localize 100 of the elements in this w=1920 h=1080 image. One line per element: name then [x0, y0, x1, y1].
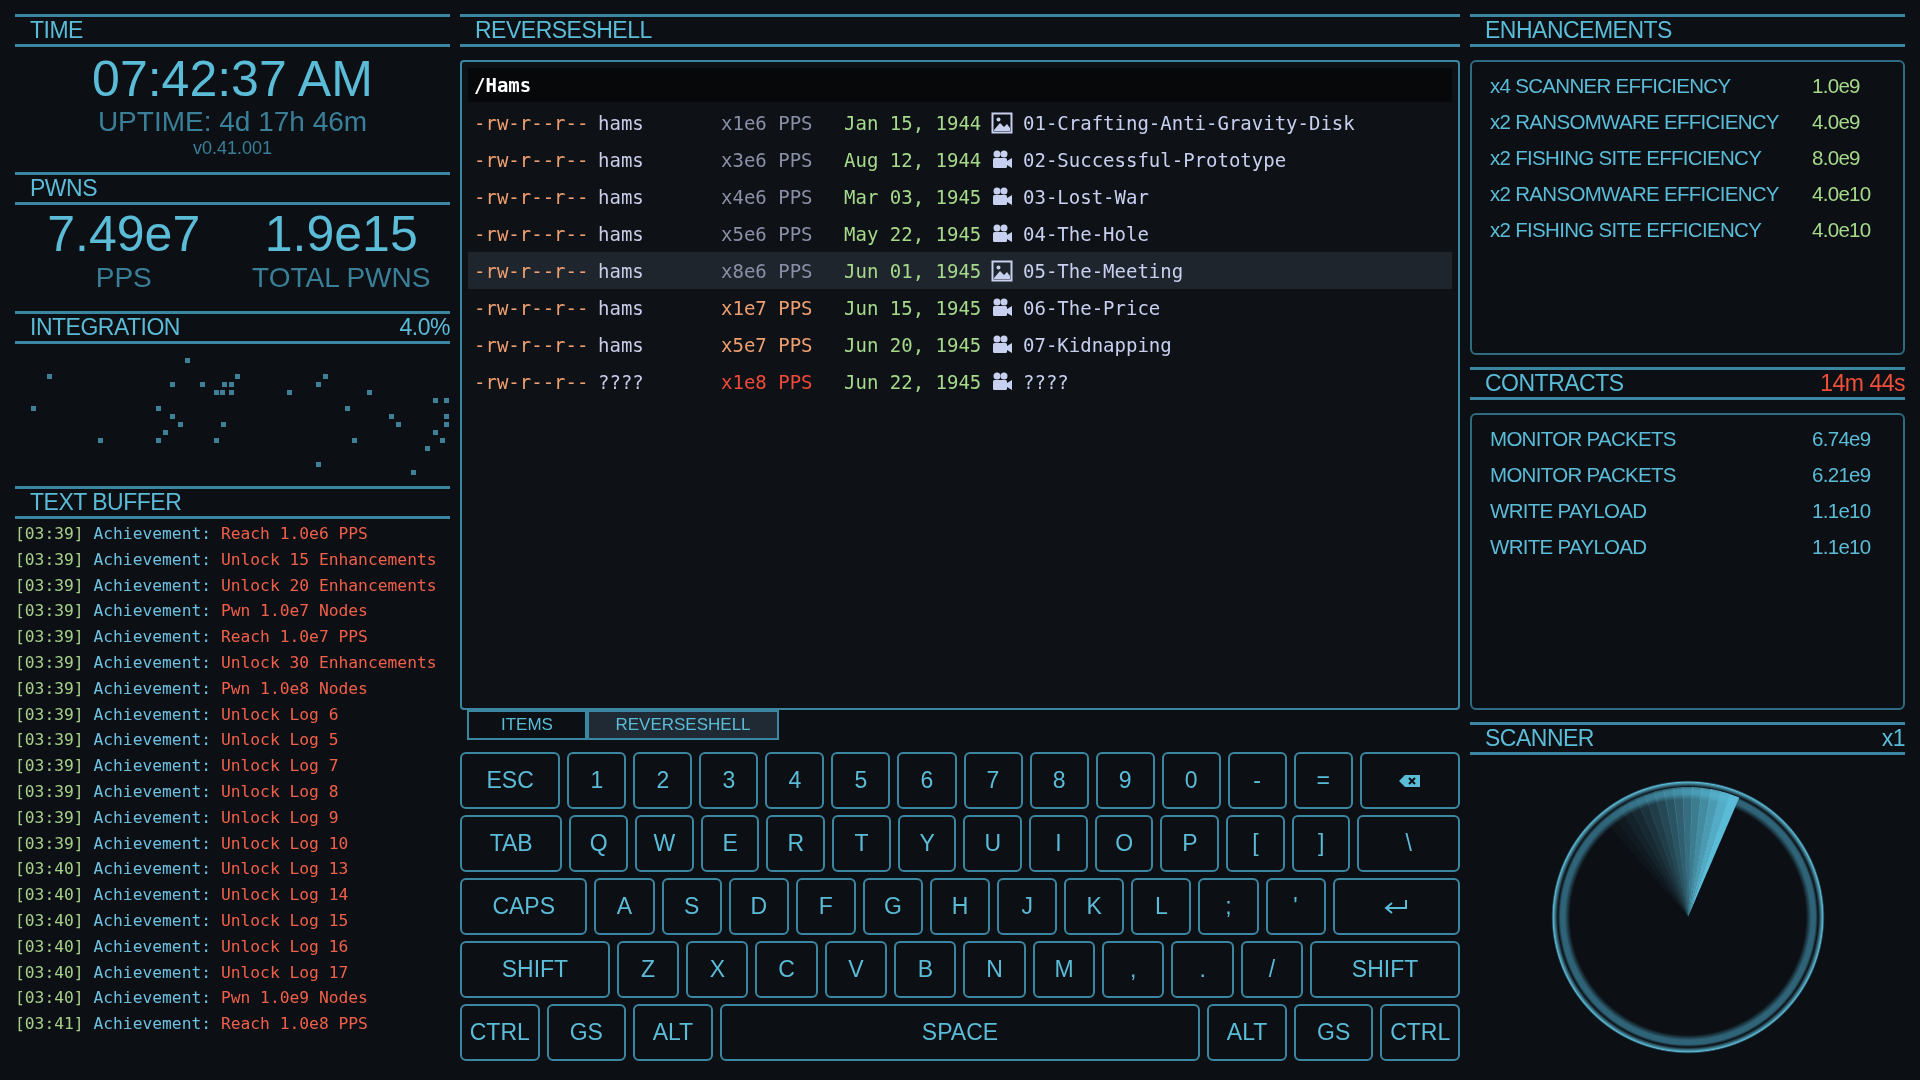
- keyboard-key[interactable]: TAB: [460, 815, 563, 872]
- keyboard-key[interactable]: 3: [699, 752, 759, 809]
- keyboard-key[interactable]: 8: [1029, 752, 1089, 809]
- log-line: [03:40] Achievement: Unlock Log 15: [15, 909, 349, 932]
- keyboard-key[interactable]: 0: [1161, 752, 1221, 809]
- keyboard-key[interactable]: /: [1240, 941, 1304, 998]
- stat-value: 7.49e7: [47, 205, 201, 263]
- keyboard-key[interactable]: ]: [1291, 815, 1351, 872]
- file-row[interactable]: -rw-r--r-- hams x5e7 PPS Jun 20, 1945 07-Kidnapping: [468, 326, 1452, 363]
- log-line: [03:39] Achievement: Unlock Log 7: [15, 755, 339, 778]
- keyboard-key[interactable]: 7: [963, 752, 1023, 809]
- image-icon: [991, 111, 1013, 134]
- keyboard-key[interactable]: Y: [897, 815, 957, 872]
- keyboard-key[interactable]: I: [1029, 815, 1088, 872]
- keyboard-key[interactable]: ALT: [633, 1004, 713, 1061]
- keyboard-key[interactable]: Q: [569, 815, 629, 872]
- enter-key[interactable]: [1332, 878, 1461, 935]
- keyboard-key[interactable]: CAPS: [460, 878, 588, 935]
- keyboard-key[interactable]: S: [661, 878, 722, 935]
- keyboard-key[interactable]: O: [1094, 815, 1154, 872]
- enhancement-name[interactable]: x2 FISHING SITE EFFICIENCY: [1490, 146, 1812, 170]
- keyboard-key[interactable]: SHIFT: [1310, 941, 1460, 998]
- scanner-multiplier: x1: [1881, 725, 1905, 752]
- video-camera-icon: [991, 148, 1013, 171]
- keyboard-key[interactable]: GS: [1293, 1004, 1374, 1061]
- keyboard-key[interactable]: Z: [616, 941, 680, 998]
- keyboard-key[interactable]: V: [824, 941, 888, 998]
- file-multiplier: x5e6 PPS: [721, 222, 814, 245]
- file-row[interactable]: -rw-r--r-- hams x1e6 PPS Jan 15, 1944 01-Crafting-Anti-Gravity-Disk: [468, 104, 1452, 141]
- contract-reward: 6.74e9: [1812, 427, 1871, 451]
- file-name: 03-Lost-War: [1023, 185, 1149, 208]
- enhancement-name[interactable]: x2 RANSOMWARE EFFICIENCY: [1490, 110, 1812, 134]
- keyboard-key[interactable]: GS: [546, 1004, 627, 1061]
- enhancement-name[interactable]: x2 FISHING SITE EFFICIENCY: [1490, 218, 1812, 242]
- keyboard-key[interactable]: H: [929, 878, 991, 935]
- keyboard-key[interactable]: \: [1357, 815, 1460, 872]
- contract-reward: 6.21e9: [1812, 463, 1871, 487]
- keyboard-key[interactable]: CTRL: [1380, 1004, 1460, 1061]
- keyboard-key[interactable]: T: [832, 815, 891, 872]
- enhancement-name[interactable]: x2 RANSOMWARE EFFICIENCY: [1490, 182, 1812, 206]
- keyboard-key[interactable]: W: [635, 815, 694, 872]
- keyboard-key[interactable]: X: [686, 941, 749, 998]
- keyboard-key[interactable]: ESC: [460, 752, 561, 809]
- contract-name[interactable]: MONITOR PACKETS: [1490, 463, 1812, 487]
- keyboard-key[interactable]: -: [1227, 752, 1287, 809]
- stat-label: PPS: [95, 263, 152, 293]
- keyboard-key[interactable]: N: [963, 941, 1026, 998]
- keyboard-key[interactable]: 2: [633, 752, 693, 809]
- keyboard-key[interactable]: 5: [831, 752, 891, 809]
- keyboard-key[interactable]: A: [594, 878, 655, 935]
- keyboard-key[interactable]: =: [1293, 752, 1353, 809]
- contract-name[interactable]: WRITE PAYLOAD: [1490, 535, 1812, 559]
- keyboard-key[interactable]: C: [755, 941, 818, 998]
- file-permissions: -rw-r--r--: [474, 259, 590, 282]
- keyboard-key[interactable]: M: [1032, 941, 1096, 998]
- keyboard-key[interactable]: 9: [1095, 752, 1155, 809]
- file-row[interactable]: -rw-r--r-- hams x1e7 PPS Jun 15, 1945 06-The-Price: [468, 289, 1452, 326]
- contract-name[interactable]: WRITE PAYLOAD: [1490, 499, 1812, 523]
- keyboard-key[interactable]: ;: [1198, 878, 1259, 935]
- keyboard-key[interactable]: E: [700, 815, 760, 872]
- keyboard-key[interactable]: [: [1226, 815, 1285, 872]
- log-line: [03:39] Achievement: Unlock Log 5: [15, 729, 339, 752]
- keyboard-key[interactable]: ,: [1102, 941, 1165, 998]
- keyboard-key[interactable]: J: [997, 878, 1058, 935]
- contract-name[interactable]: MONITOR PACKETS: [1490, 427, 1812, 451]
- keyboard-key[interactable]: CTRL: [460, 1004, 540, 1061]
- keyboard-key[interactable]: D: [728, 878, 789, 935]
- keyboard-key[interactable]: 6: [897, 752, 957, 809]
- keyboard-key[interactable]: R: [766, 815, 826, 872]
- keyboard-key[interactable]: B: [894, 941, 957, 998]
- file-row[interactable]: -rw-r--r-- hams x4e6 PPS Mar 03, 1945 03-Lost-War: [468, 178, 1452, 215]
- keyboard-key[interactable]: P: [1160, 815, 1220, 872]
- keyboard-key[interactable]: L: [1131, 878, 1192, 935]
- keyboard-key[interactable]: G: [862, 878, 923, 935]
- enhancement-cost: 1.0e9: [1812, 74, 1860, 98]
- file-row[interactable]: -rw-r--r-- hams x8e6 PPS Jun 01, 1945 05-The-Meeting: [468, 252, 1452, 289]
- keyboard-key[interactable]: ': [1265, 878, 1326, 935]
- keyboard-key[interactable]: .: [1171, 941, 1234, 998]
- log-line: [03:39] Achievement: Unlock 15 Enhancements: [15, 548, 437, 571]
- enhancement-name[interactable]: x4 SCANNER EFFICIENCY: [1490, 74, 1812, 98]
- keyboard-key[interactable]: ALT: [1207, 1004, 1287, 1061]
- panel-title: SCANNER: [1485, 725, 1594, 752]
- file-name: 05-The-Meeting: [1023, 259, 1184, 282]
- tab[interactable]: REVERSESHELL: [587, 710, 779, 740]
- keyboard-key[interactable]: K: [1064, 878, 1125, 935]
- keyboard-key[interactable]: F: [795, 878, 856, 935]
- keyboard-key[interactable]: SPACE: [719, 1004, 1201, 1061]
- keyboard-key[interactable]: 1: [567, 752, 627, 809]
- backspace-key[interactable]: [1359, 752, 1460, 809]
- log-line: [03:39] Achievement: Reach 1.0e6 PPS: [15, 523, 368, 545]
- file-row[interactable]: -rw-r--r-- ???? x1e8 PPS Jun 22, 1945 ????: [468, 363, 1452, 400]
- file-multiplier: x3e6 PPS: [721, 148, 814, 171]
- keyboard-key[interactable]: U: [963, 815, 1023, 872]
- panel-title: CONTRACTS: [1485, 370, 1624, 397]
- file-row[interactable]: -rw-r--r-- hams x5e6 PPS May 22, 1945 04-The-Hole: [468, 215, 1452, 252]
- file-multiplier: x1e7 PPS: [721, 296, 814, 319]
- tab[interactable]: ITEMS: [467, 710, 587, 740]
- keyboard-key[interactable]: SHIFT: [460, 941, 610, 998]
- keyboard-key[interactable]: 4: [765, 752, 825, 809]
- file-row[interactable]: -rw-r--r-- hams x3e6 PPS Aug 12, 1944 02-Successful-Prototype: [468, 141, 1452, 178]
